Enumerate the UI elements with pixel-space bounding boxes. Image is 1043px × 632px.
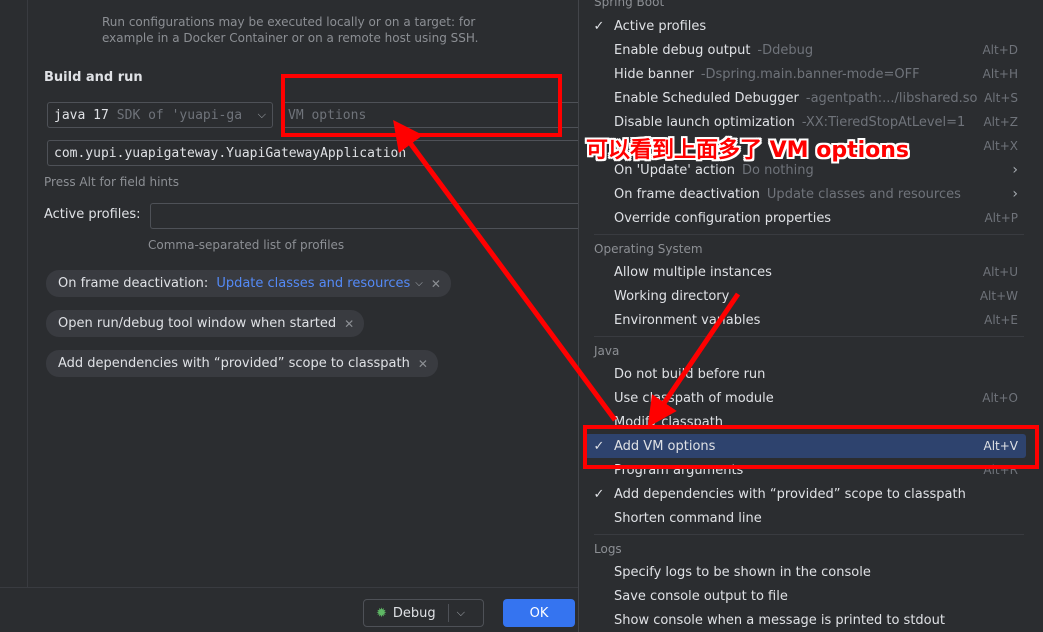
- annotation-arrows: [393, 119, 741, 428]
- arrow-to-vm-options-field: [393, 119, 618, 422]
- arrow-to-add-vm-options: [647, 292, 741, 428]
- annotation-caption: 可以看到上面多了 VM options: [586, 138, 910, 163]
